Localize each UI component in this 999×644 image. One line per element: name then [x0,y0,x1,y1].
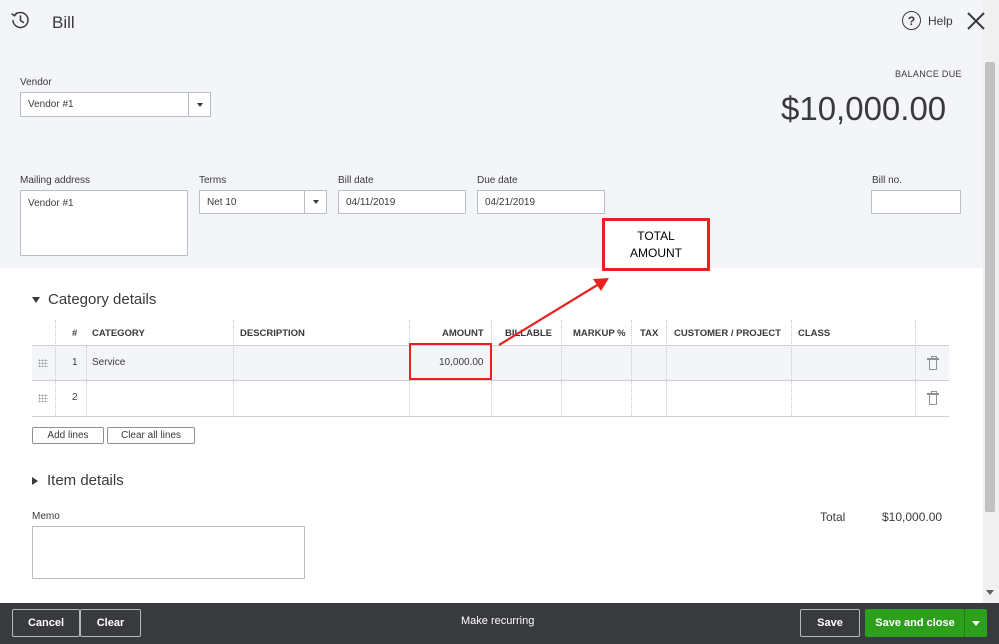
terms-value: Net 10 [207,196,237,208]
delete-line-icon[interactable] [927,356,939,370]
drag-handle-icon[interactable] [38,394,48,402]
page-title: Bill [52,13,75,32]
due-date-field[interactable]: 04/21/2019 [477,190,605,214]
balance-due-amount: $10,000.00 [781,90,947,127]
scroll-down-arrow-icon[interactable] [986,590,994,595]
column-divider [631,320,632,416]
help-icon[interactable]: ? [902,11,921,30]
caret-right-icon [32,476,38,485]
chevron-down-icon [196,102,203,107]
col-header-category: CATEGORY [92,328,145,339]
memo-field[interactable] [32,526,305,579]
save-and-close-button[interactable]: Save and close [865,609,965,637]
total-value: $10,000.00 [882,510,943,524]
help-link[interactable]: Help [928,14,953,28]
column-divider [86,346,87,416]
column-divider [666,320,667,416]
category-details-heading: Category details [48,291,157,308]
clear-all-lines-button[interactable]: Clear all lines [107,427,195,444]
row-divider [32,416,949,417]
chevron-down-icon [312,200,319,204]
make-recurring-link[interactable]: Make recurring [461,615,534,627]
callout-line-1: TOTAL [637,228,675,243]
mailing-address-field[interactable]: Vendor #1 [20,190,188,256]
col-header-customer-project: CUSTOMER / PROJECT [674,328,781,339]
col-header-number: # [72,328,78,339]
item-details-toggle[interactable]: Item details [32,472,124,489]
column-divider [791,320,792,416]
bill-date-label: Bill date [338,175,374,186]
col-header-description: DESCRIPTION [240,328,305,339]
bill-no-label: Bill no. [872,175,903,186]
col-header-tax: TAX [640,328,659,339]
terms-dropdown-toggle[interactable] [304,191,326,213]
callout-line-2: AMOUNT [630,245,682,260]
column-divider [915,320,916,416]
bill-date-field[interactable]: 04/11/2019 [338,190,466,214]
vendor-value: Vendor #1 [28,99,74,110]
add-lines-button[interactable]: Add lines [32,427,104,444]
bill-date-value: 04/11/2019 [346,196,396,208]
row-number: 1 [72,357,78,368]
close-icon[interactable] [966,11,986,31]
delete-line-icon[interactable] [927,391,939,405]
column-divider [55,320,56,416]
save-options-dropdown[interactable] [964,609,987,637]
annotation-arrow [498,278,609,346]
caret-down-icon [32,296,40,303]
chevron-down-icon [972,620,980,626]
mailing-address-label: Mailing address [20,175,91,186]
row-category[interactable]: Service [92,357,125,368]
amount-highlight-box [409,343,492,380]
vendor-select[interactable]: Vendor #1 [20,92,211,117]
bill-no-field[interactable] [871,190,961,214]
balance-due-label: BALANCE DUE [895,69,962,79]
memo-label: Memo [32,511,60,522]
due-date-value: 04/21/2019 [485,196,536,208]
scrollbar-thumb[interactable] [985,62,995,512]
terms-select[interactable]: Net 10 [199,190,327,214]
due-date-label: Due date [477,175,518,186]
cancel-button[interactable]: Cancel [12,609,80,637]
col-header-class: CLASS [798,328,831,339]
row-number: 2 [72,392,78,403]
save-button[interactable]: Save [800,609,860,637]
drag-handle-icon[interactable] [38,359,48,367]
category-details-toggle[interactable]: Category details [32,291,156,308]
vendor-label: Vendor [20,77,52,88]
clear-button[interactable]: Clear [80,609,141,637]
terms-label: Terms [199,175,227,186]
col-header-amount: AMOUNT [442,328,484,339]
column-divider [233,320,234,416]
mailing-address-value: Vendor #1 [28,198,74,209]
total-label: Total [820,510,846,524]
vendor-dropdown-toggle[interactable] [188,93,210,116]
total-amount-callout: TOTAL AMOUNT [602,218,710,271]
item-details-heading: Item details [47,472,124,489]
recent-history-icon[interactable] [10,10,31,31]
